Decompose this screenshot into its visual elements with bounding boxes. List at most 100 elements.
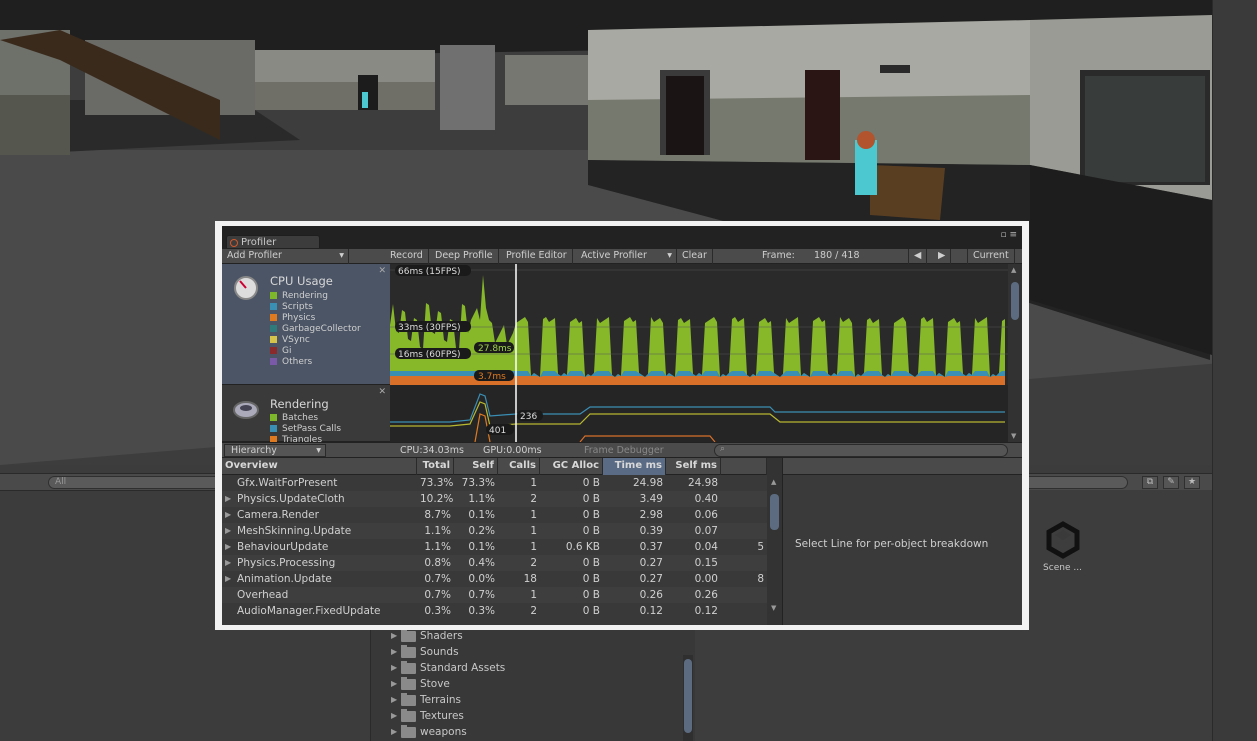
cell-self: 1.1%: [468, 493, 495, 505]
legend-item[interactable]: Physics: [270, 312, 315, 323]
legend-item[interactable]: VSync: [270, 334, 310, 345]
table-row[interactable]: ▶ BehaviourUpdate 1.1% 0.1% 1 0.6 KB 0.37 0.04 5: [222, 539, 767, 555]
col-self[interactable]: Self: [454, 458, 498, 475]
current-frame-button[interactable]: Current: [967, 249, 1015, 264]
legend-item[interactable]: SetPass Calls: [270, 423, 341, 434]
cell-selfms: 0.40: [694, 493, 718, 505]
active-profiler-dropdown[interactable]: Active Profiler ▾: [576, 249, 677, 264]
col-self-ms[interactable]: Self ms: [666, 458, 721, 475]
cell-calls: 1: [530, 509, 537, 521]
scene-asset-label: Scene ...: [1043, 563, 1082, 573]
filter-by-type-icon[interactable]: ⧉: [1142, 476, 1158, 489]
chevron-right-icon[interactable]: ▶: [391, 676, 401, 692]
profile-editor-button[interactable]: Profile Editor: [501, 249, 573, 264]
dropdown-arrow-icon: ▾: [339, 250, 344, 261]
table-row[interactable]: Gfx.WaitForPresent 73.3% 73.3% 1 0 B 24.98 24.…: [222, 475, 767, 491]
row-name: Gfx.WaitForPresent: [237, 477, 338, 489]
add-profiler-dropdown[interactable]: Add Profiler ▾: [222, 249, 349, 264]
col-time-ms[interactable]: Time ms: [603, 458, 666, 475]
profiler-graph[interactable]: 66ms (15FPS) 33ms (30FPS) 16ms (60FPS) 2…: [390, 264, 1008, 442]
scroll-up-icon[interactable]: ▲: [1011, 266, 1016, 274]
gpu-time: GPU:0.00ms: [483, 445, 542, 456]
scrollbar-thumb[interactable]: [684, 659, 692, 733]
cell-total: 1.1%: [424, 541, 451, 553]
profiler-search-input[interactable]: ⌕: [714, 444, 1008, 457]
folder-label: Textures: [420, 710, 464, 722]
clear-button[interactable]: Clear: [677, 249, 713, 264]
cell-time: 0.27: [639, 557, 663, 569]
table-row[interactable]: Overhead 0.7% 0.7% 1 0 B 0.26 0.26: [222, 587, 767, 603]
record-button[interactable]: Record: [385, 249, 429, 264]
expand-triangle-icon[interactable]: ▶: [225, 571, 237, 587]
folder-item[interactable]: ▶ Textures: [371, 708, 695, 724]
legend-item[interactable]: Scripts: [270, 301, 313, 312]
table-row[interactable]: ▶ Physics.Processing 0.8% 0.4% 2 0 B 0.27 0.15: [222, 555, 767, 571]
tab-profiler[interactable]: Profiler: [226, 235, 320, 249]
cell-total: 0.3%: [424, 605, 451, 617]
scroll-down-icon[interactable]: ▼: [771, 604, 776, 612]
next-frame-button[interactable]: ▶: [933, 249, 952, 264]
cell-self: 0.1%: [468, 509, 495, 521]
folder-item[interactable]: ▶ Standard Assets: [371, 660, 695, 676]
close-icon[interactable]: ✕: [378, 387, 386, 397]
table-row[interactable]: ▶ Camera.Render 8.7% 0.1% 1 0 B 2.98 0.06: [222, 507, 767, 523]
expand-triangle-icon[interactable]: ▶: [225, 491, 237, 507]
folder-item[interactable]: ▶ weapons: [371, 724, 695, 740]
prev-frame-button[interactable]: ◀: [908, 249, 928, 264]
chevron-right-icon[interactable]: ▶: [391, 692, 401, 708]
legend-item[interactable]: Others: [270, 356, 312, 367]
chevron-right-icon[interactable]: ▶: [391, 628, 401, 644]
rendering-panel[interactable]: Rendering ✕ Batches SetPass Calls Triang…: [222, 385, 390, 445]
expand-triangle-icon[interactable]: ▶: [225, 507, 237, 523]
expand-triangle-icon[interactable]: ▶: [225, 539, 237, 555]
table-row[interactable]: AudioManager.FixedUpdate 0.3% 0.3% 2 0 B 0.12…: [222, 603, 767, 619]
col-gc-alloc[interactable]: GC Alloc: [540, 458, 603, 475]
table-row[interactable]: ▶ Animation.Update 0.7% 0.0% 18 0 B 0.27 0.00 8: [222, 571, 767, 587]
table-row[interactable]: ▶ MeshSkinning.Update 1.1% 0.2% 1 0 B 0.39 0.07: [222, 523, 767, 539]
folder-item[interactable]: ▶ Terrains: [371, 692, 695, 708]
scene-asset-item[interactable]: Scene ...: [1035, 520, 1090, 573]
cpu-usage-panel[interactable]: CPU Usage ✕ Rendering Scripts Physics Ga…: [222, 264, 390, 385]
frame-debugger-button[interactable]: Frame Debugger: [584, 445, 664, 456]
chevron-right-icon[interactable]: ▶: [391, 644, 401, 660]
cell-extra: [721, 475, 767, 491]
chevron-right-icon[interactable]: ▶: [391, 724, 401, 740]
legend-item[interactable]: GarbageCollector: [270, 323, 361, 334]
favorite-star-icon[interactable]: ★: [1184, 476, 1200, 489]
table-row[interactable]: ▶ Physics.UpdateCloth 10.2% 1.1% 2 0 B 3.49 0.4…: [222, 491, 767, 507]
folder-tree-scrollbar[interactable]: [683, 655, 693, 741]
hierarchy-table: Overview Total Self Calls GC Alloc Time …: [222, 458, 782, 625]
legend-item[interactable]: Gi: [270, 345, 291, 356]
view-mode-dropdown[interactable]: Hierarchy ▾: [224, 444, 326, 457]
col-overview[interactable]: Overview: [222, 458, 417, 475]
scrollbar-thumb[interactable]: [770, 494, 779, 530]
close-icon[interactable]: ✕: [378, 266, 386, 276]
legend-swatch: [270, 347, 277, 354]
legend-swatch: [270, 336, 277, 343]
col-calls[interactable]: Calls: [498, 458, 540, 475]
folder-item[interactable]: ▶ Sounds: [371, 644, 695, 660]
col-total[interactable]: Total: [417, 458, 454, 475]
legend-item[interactable]: Batches: [270, 412, 318, 423]
legend-item[interactable]: Rendering: [270, 290, 328, 301]
cell-calls: 1: [530, 477, 537, 489]
cell-gc: 0 B: [582, 589, 600, 601]
right-edge-panel: [1212, 0, 1257, 741]
chart-scrollbar[interactable]: ▲ ▼: [1008, 264, 1022, 442]
expand-triangle-icon[interactable]: ▶: [225, 555, 237, 571]
cell-extra: [721, 523, 767, 539]
folder-item[interactable]: ▶ Stove: [371, 676, 695, 692]
scrollbar-thumb[interactable]: [1011, 282, 1019, 320]
label-icon[interactable]: ✎: [1163, 476, 1179, 489]
table-scrollbar[interactable]: ▲ ▼: [767, 458, 782, 625]
chevron-right-icon[interactable]: ▶: [391, 660, 401, 676]
scroll-up-icon[interactable]: ▲: [771, 478, 776, 486]
deep-profile-button[interactable]: Deep Profile: [430, 249, 499, 264]
window-menu-icon[interactable]: ▫ ≡: [1000, 230, 1017, 240]
folder-item[interactable]: ▶ Shaders: [371, 628, 695, 644]
chevron-right-icon[interactable]: ▶: [391, 708, 401, 724]
scroll-down-icon[interactable]: ▼: [1011, 432, 1016, 440]
view-mode-label: Hierarchy: [231, 445, 277, 456]
cell-calls: 1: [530, 525, 537, 537]
expand-triangle-icon[interactable]: ▶: [225, 523, 237, 539]
